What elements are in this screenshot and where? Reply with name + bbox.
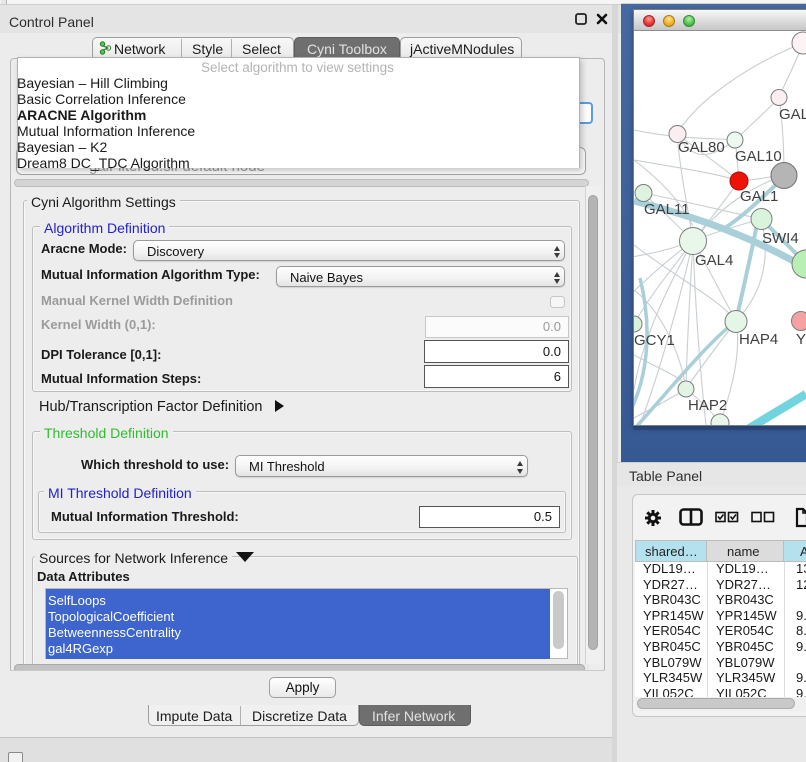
svg-text:GAL7: GAL7 — [779, 106, 806, 123]
svg-text:HAP4: HAP4 — [739, 331, 778, 348]
svg-text:GAL4: GAL4 — [695, 252, 733, 269]
svg-text:GAL80: GAL80 — [678, 139, 725, 156]
svg-text:GCY1: GCY1 — [634, 332, 675, 349]
svg-text:GAL11: GAL11 — [644, 201, 690, 218]
svg-text:SWI4: SWI4 — [762, 230, 799, 247]
svg-text:HAP2: HAP2 — [688, 397, 727, 414]
svg-text:GAL1: GAL1 — [740, 188, 778, 205]
svg-text:Y: Y — [796, 331, 806, 348]
svg-text:GAL10: GAL10 — [735, 148, 782, 165]
